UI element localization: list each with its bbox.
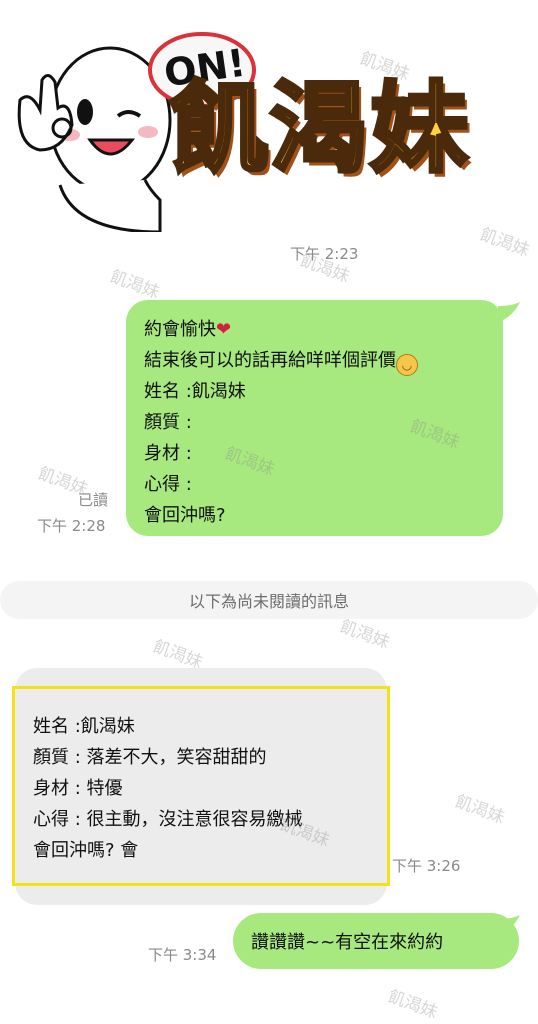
- unread-messages-divider: 以下為尚未閱讀的訊息: [0, 581, 538, 619]
- message-line: 約會愉快❤: [144, 319, 232, 340]
- watermark: 飢渴妹: [385, 986, 441, 1023]
- message-timestamp: 下午 2:28: [37, 517, 106, 535]
- highlight-box: [12, 686, 390, 886]
- watermark: 飢渴妹: [107, 266, 163, 303]
- watermark: 飢渴妹: [150, 636, 206, 673]
- outgoing-message-bubble[interactable]: 約會愉快❤ 結束後可以的話再給咩咩個評價 ◡ 姓名 :飢渴妹 顏質 : 身材 : …: [126, 300, 503, 536]
- outgoing-message-bubble[interactable]: 讚讚讚~~有空在來約約: [233, 913, 519, 969]
- message-line: 會回沖嗎?: [144, 505, 226, 526]
- bubble-tail-icon: [498, 915, 520, 935]
- unread-divider-label: 以下為尚未閱讀的訊息: [188, 592, 349, 611]
- smile-emoji-icon: ◡: [396, 354, 418, 376]
- watermark: 飢渴妹: [35, 463, 91, 500]
- sticker-title-text: 飢渴妹: [168, 72, 471, 186]
- message-line: 姓名 :飢渴妹: [144, 381, 246, 402]
- sticker-message[interactable]: ON! 飢渴妹: [0, 0, 538, 232]
- message-line: 結束後可以的話再給咩咩個評價 ◡: [144, 345, 485, 376]
- bubble-tail-icon: [498, 302, 520, 322]
- message-text: 讚讚讚~~有空在來約約: [251, 932, 444, 953]
- watermark: 飢渴妹: [452, 791, 508, 828]
- message-timestamp: 下午 3:34: [148, 946, 217, 964]
- message-line: 心得 :: [144, 474, 192, 495]
- heart-emoji-icon: ❤: [216, 319, 232, 340]
- message-timestamp: 下午 3:26: [392, 857, 461, 875]
